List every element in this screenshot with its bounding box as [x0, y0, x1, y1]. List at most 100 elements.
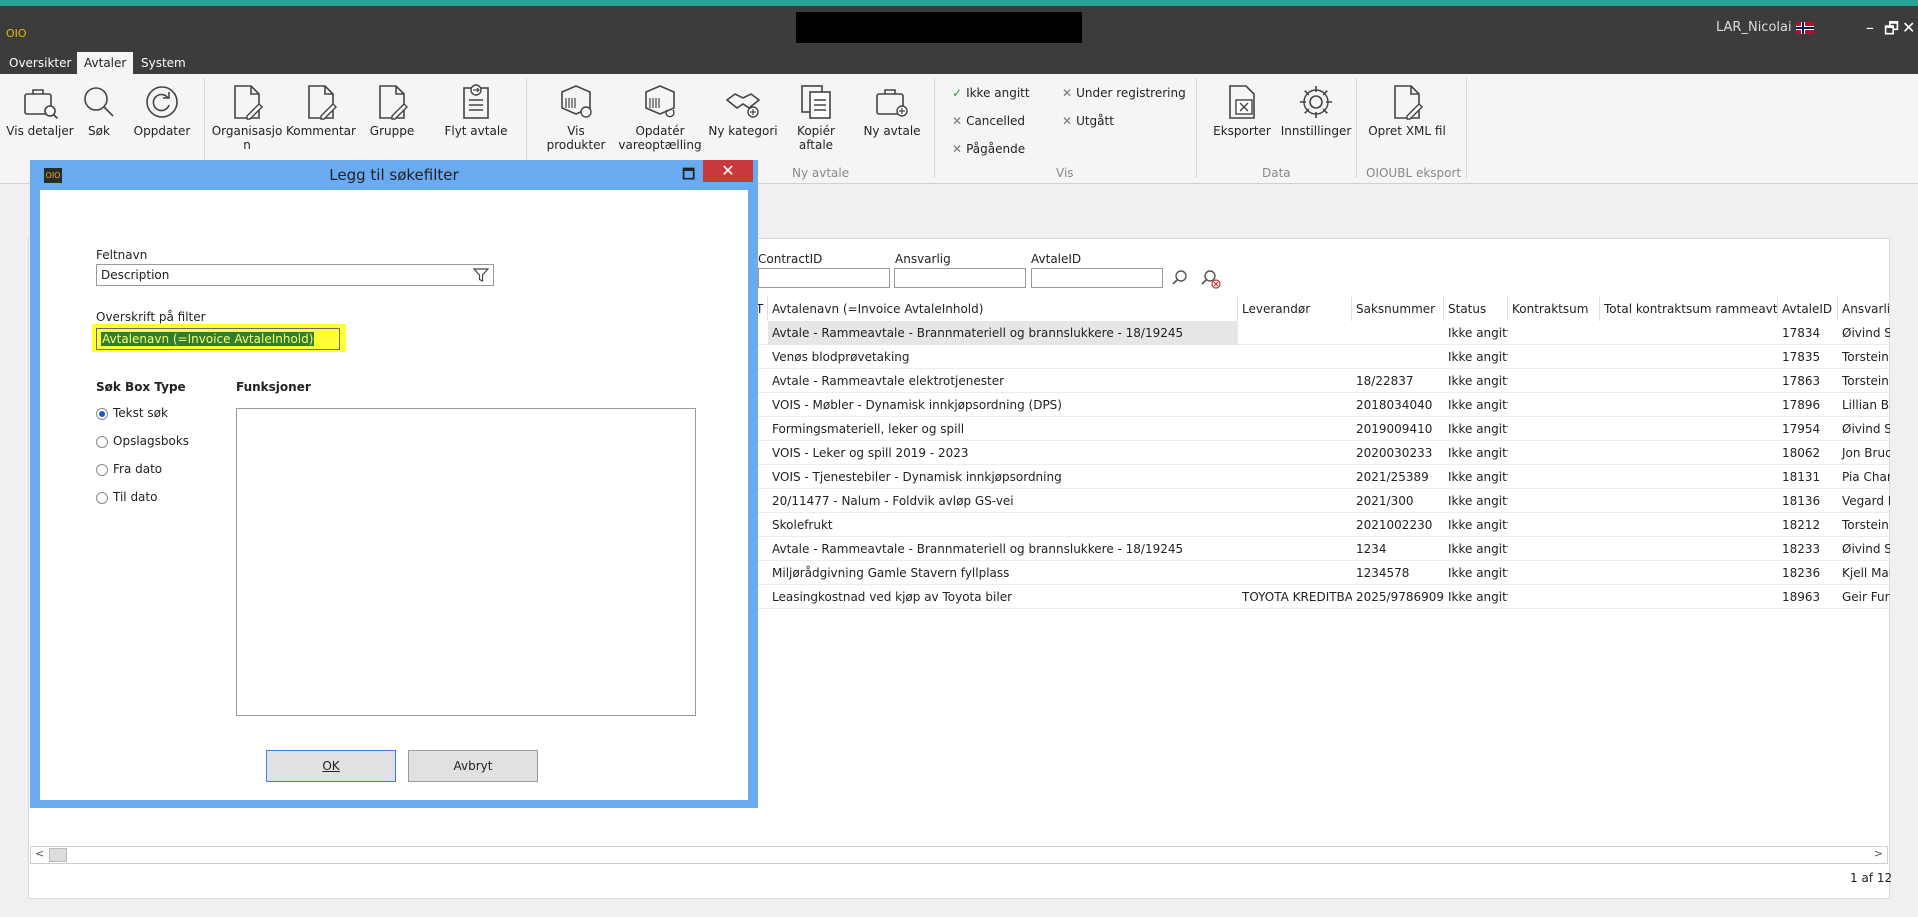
- funksjoner-list[interactable]: [236, 408, 696, 716]
- add-search-filter-dialog: OIO Legg til søkefilter 🗖 ✕ Feltnavn Des…: [30, 160, 758, 808]
- menu-tabs: Oversikter Avtaler System: [0, 48, 1918, 74]
- radio-tekst-sok[interactable]: Tekst søk: [96, 406, 168, 420]
- tab-avtaler[interactable]: Avtaler: [77, 52, 134, 74]
- radio-til-dato[interactable]: Til dato: [96, 490, 157, 504]
- table-row[interactable]: Formingsmateriell, leker og spill 2019009…: [756, 417, 1890, 441]
- table-cell-owner: Pia Charlo: [1842, 470, 1890, 484]
- feltnavn-input[interactable]: Description: [96, 264, 494, 286]
- tab-system[interactable]: System: [134, 52, 193, 74]
- vis-detaljer-button[interactable]: Vis detaljer: [4, 82, 76, 138]
- table-cell-case: 2019009410: [1356, 422, 1433, 436]
- table-row[interactable]: Avtale - Rammeavtale - Brannmateriell og…: [756, 321, 1890, 345]
- ok-button[interactable]: OK: [266, 750, 396, 782]
- table-row[interactable]: Avtale - Rammeavtale - Brannmateriell og…: [756, 537, 1890, 561]
- column-header[interactable]: Leverandør: [1238, 297, 1352, 321]
- ansvarlig-input[interactable]: [894, 268, 1026, 288]
- innstillinger-button[interactable]: Innstillinger: [1280, 82, 1352, 138]
- scroll-right-button[interactable]: >: [1874, 847, 1883, 860]
- table-cell-case: 2021/300: [1356, 494, 1414, 508]
- column-header[interactable]: Kontraktsum: [1508, 297, 1600, 321]
- table-cell-status: Ikke angitt: [1448, 494, 1508, 508]
- filter-ikke-angitt[interactable]: ✓ Ikke angitt: [952, 86, 1030, 100]
- tab-oversikter[interactable]: Oversikter: [2, 52, 78, 74]
- table-cell-case: [1352, 321, 1444, 345]
- avtaleid-input[interactable]: [1031, 268, 1163, 288]
- eksporter-button[interactable]: Eksporter: [1208, 82, 1276, 138]
- table-row[interactable]: Leasingkostnad ved kjøp av Toyota biler T…: [756, 585, 1890, 609]
- table-row[interactable]: VOIS - Leker og spill 2019 - 2023 2020030…: [756, 441, 1890, 465]
- table-cell-supplier: [1238, 321, 1352, 345]
- table-row[interactable]: Miljørådgivning Gamle Stavern fyllplass 1…: [756, 561, 1890, 585]
- minimize-button[interactable]: –: [1866, 18, 1874, 37]
- column-header[interactable]: Avtalenavn (=Invoice AvtaleInhold): [768, 297, 1238, 321]
- table-cell-case: 2020030233: [1356, 446, 1433, 460]
- table-cell-case: 2018034040: [1356, 398, 1433, 412]
- table-cell-id: 17896: [1782, 398, 1821, 412]
- clear-search-icon[interactable]: [1200, 268, 1222, 290]
- table-cell-supplier: [1238, 489, 1352, 513]
- table-cell-supplier: [1238, 417, 1352, 441]
- oppdater-button[interactable]: Oppdater: [130, 82, 194, 138]
- column-header[interactable]: AvtaleID: [1778, 297, 1838, 321]
- filter-pagaende[interactable]: ✕ Pågående: [952, 142, 1025, 156]
- table-cell-case: 1234578: [1356, 566, 1410, 580]
- column-header[interactable]: Ansvarlig: [1838, 297, 1890, 321]
- table-cell-owner: Vegard Bu: [1842, 494, 1890, 508]
- dialog-close-button[interactable]: ✕: [703, 160, 753, 182]
- contractid-input[interactable]: [758, 268, 890, 288]
- opret-xml-button[interactable]: Opret XML fil: [1364, 82, 1450, 138]
- close-button[interactable]: ✕: [1902, 18, 1915, 37]
- column-header[interactable]: Status: [1444, 297, 1508, 321]
- ny-kategori-button[interactable]: Ny kategori: [708, 82, 778, 138]
- filter-under-registrering[interactable]: ✕ Under registrering: [1062, 86, 1186, 100]
- filter-icon[interactable]: [473, 267, 489, 283]
- filter-utgatt[interactable]: ✕ Utgått: [1062, 114, 1114, 128]
- document-edit-icon: [234, 85, 263, 120]
- table-cell-supplier: [1238, 465, 1352, 489]
- table-cell-supplier: [1238, 561, 1352, 585]
- table-cell-name: Avtale - Rammeavtale - Brannmateriell og…: [772, 542, 1184, 556]
- cancel-button[interactable]: Avbryt: [408, 750, 538, 782]
- filter-cancelled[interactable]: ✕ Cancelled: [952, 114, 1025, 128]
- column-header[interactable]: Total kontraktsum rammeavtale: [1600, 297, 1778, 321]
- horizontal-scrollbar[interactable]: < >: [30, 846, 1888, 864]
- table-cell-name: 20/11477 - Nalum - Foldvik avløp GS-vei: [772, 494, 1014, 508]
- search-icon: [84, 87, 114, 117]
- column-header[interactable]: Saksnummer: [1352, 297, 1444, 321]
- table-cell-supplier: TOYOTA KREDITBAN: [1242, 590, 1352, 604]
- table-row[interactable]: Avtale - Rammeavtale elektrotjenester 18/…: [756, 369, 1890, 393]
- table-row[interactable]: VOIS - Møbler - Dynamisk innkjøpsordning…: [756, 393, 1890, 417]
- dialog-maximize-button[interactable]: 🗖: [682, 164, 695, 188]
- table-cell-status: Ikke angitt: [1448, 566, 1508, 580]
- table-row[interactable]: VOIS - Tjenestebiler - Dynamisk innkjøps…: [756, 465, 1890, 489]
- search-icon[interactable]: [1170, 268, 1190, 288]
- ny-avtale-button[interactable]: Ny avtale: [858, 82, 926, 138]
- sok-button[interactable]: Søk: [78, 82, 120, 138]
- opdater-vareoptaelling-button[interactable]: Opdatér vareoptælling: [618, 82, 702, 152]
- table-cell-id: 18236: [1782, 566, 1821, 580]
- kommentar-button[interactable]: Kommentar: [284, 82, 358, 138]
- table-cell-status: Ikke angitt: [1448, 518, 1508, 532]
- radio-fra-dato[interactable]: Fra dato: [96, 462, 162, 476]
- restore-button[interactable]: 🗗: [1884, 18, 1899, 45]
- overskrift-input[interactable]: Avtalenavn (=Invoice AvtaleInhold): [96, 328, 340, 350]
- scroll-left-button[interactable]: <: [35, 847, 44, 860]
- group-label-data: Data: [1262, 166, 1291, 180]
- scrollbar-thumb[interactable]: [49, 848, 67, 862]
- kopier-aftale-button[interactable]: Kopiér aftale: [780, 82, 852, 152]
- dialog-title-bar: OIO Legg til søkefilter 🗖 ✕: [30, 160, 758, 190]
- table-cell-id: 17834: [1782, 326, 1821, 340]
- ansvarlig-label: Ansvarlig: [895, 252, 951, 266]
- gruppe-button[interactable]: Gruppe: [362, 82, 422, 138]
- user-menu[interactable]: LAR_Nicolai: [1716, 20, 1814, 35]
- table-row[interactable]: Venøs blodprøvetaking Ikke angitt 17835 Tor…: [756, 345, 1890, 369]
- radio-opslagsboks[interactable]: Opslagsboks: [96, 434, 189, 448]
- table-row[interactable]: 20/11477 - Nalum - Foldvik avløp GS-vei 2…: [756, 489, 1890, 513]
- table-cell-owner: Lillian Bær: [1842, 398, 1890, 412]
- table-cell-owner: Geir Furud: [1842, 590, 1890, 604]
- flyt-avtale-button[interactable]: Flyt avtale: [440, 82, 512, 138]
- table-row[interactable]: Skolefrukt 2021002230 Ikke angitt 18212 Tors…: [756, 513, 1890, 537]
- box-refresh-icon: [645, 85, 675, 118]
- organisasjon-button[interactable]: Organisasjo n: [210, 82, 284, 152]
- vis-produkter-button[interactable]: Vis produkter: [536, 82, 616, 152]
